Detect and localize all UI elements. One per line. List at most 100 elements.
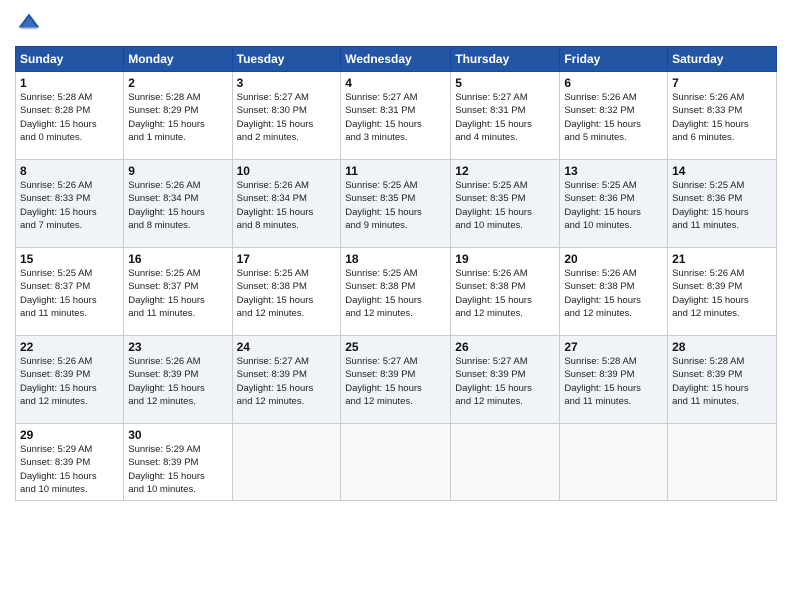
calendar-cell: [341, 424, 451, 501]
calendar-cell: 17Sunrise: 5:25 AMSunset: 8:38 PMDayligh…: [232, 248, 341, 336]
calendar-cell: 28Sunrise: 5:28 AMSunset: 8:39 PMDayligh…: [668, 336, 777, 424]
day-number: 1: [20, 76, 119, 90]
day-info: Sunrise: 5:26 AMSunset: 8:32 PMDaylight:…: [564, 91, 663, 144]
day-number: 27: [564, 340, 663, 354]
day-info: Sunrise: 5:26 AMSunset: 8:39 PMDaylight:…: [672, 267, 772, 320]
day-number: 9: [128, 164, 227, 178]
calendar-cell: 1Sunrise: 5:28 AMSunset: 8:28 PMDaylight…: [16, 72, 124, 160]
calendar-cell: 21Sunrise: 5:26 AMSunset: 8:39 PMDayligh…: [668, 248, 777, 336]
calendar-header-friday: Friday: [560, 47, 668, 72]
day-number: 11: [345, 164, 446, 178]
calendar-cell: 6Sunrise: 5:26 AMSunset: 8:32 PMDaylight…: [560, 72, 668, 160]
day-number: 21: [672, 252, 772, 266]
calendar-cell: 16Sunrise: 5:25 AMSunset: 8:37 PMDayligh…: [124, 248, 232, 336]
calendar-cell: 11Sunrise: 5:25 AMSunset: 8:35 PMDayligh…: [341, 160, 451, 248]
day-info: Sunrise: 5:26 AMSunset: 8:38 PMDaylight:…: [455, 267, 555, 320]
calendar-week-row: 1Sunrise: 5:28 AMSunset: 8:28 PMDaylight…: [16, 72, 777, 160]
day-info: Sunrise: 5:25 AMSunset: 8:36 PMDaylight:…: [564, 179, 663, 232]
calendar-cell: 27Sunrise: 5:28 AMSunset: 8:39 PMDayligh…: [560, 336, 668, 424]
calendar-header-monday: Monday: [124, 47, 232, 72]
calendar-header-wednesday: Wednesday: [341, 47, 451, 72]
day-number: 25: [345, 340, 446, 354]
day-info: Sunrise: 5:26 AMSunset: 8:33 PMDaylight:…: [20, 179, 119, 232]
day-info: Sunrise: 5:26 AMSunset: 8:34 PMDaylight:…: [128, 179, 227, 232]
calendar-week-row: 22Sunrise: 5:26 AMSunset: 8:39 PMDayligh…: [16, 336, 777, 424]
day-number: 3: [237, 76, 337, 90]
day-number: 20: [564, 252, 663, 266]
day-info: Sunrise: 5:28 AMSunset: 8:29 PMDaylight:…: [128, 91, 227, 144]
day-number: 4: [345, 76, 446, 90]
day-info: Sunrise: 5:26 AMSunset: 8:33 PMDaylight:…: [672, 91, 772, 144]
day-info: Sunrise: 5:25 AMSunset: 8:37 PMDaylight:…: [20, 267, 119, 320]
day-number: 19: [455, 252, 555, 266]
day-number: 15: [20, 252, 119, 266]
day-number: 24: [237, 340, 337, 354]
day-info: Sunrise: 5:27 AMSunset: 8:39 PMDaylight:…: [237, 355, 337, 408]
calendar-cell: 9Sunrise: 5:26 AMSunset: 8:34 PMDaylight…: [124, 160, 232, 248]
calendar-cell: 4Sunrise: 5:27 AMSunset: 8:31 PMDaylight…: [341, 72, 451, 160]
day-info: Sunrise: 5:25 AMSunset: 8:35 PMDaylight:…: [455, 179, 555, 232]
day-number: 6: [564, 76, 663, 90]
day-info: Sunrise: 5:28 AMSunset: 8:39 PMDaylight:…: [672, 355, 772, 408]
day-info: Sunrise: 5:25 AMSunset: 8:36 PMDaylight:…: [672, 179, 772, 232]
day-number: 17: [237, 252, 337, 266]
calendar-cell: 29Sunrise: 5:29 AMSunset: 8:39 PMDayligh…: [16, 424, 124, 501]
calendar-cell: 30Sunrise: 5:29 AMSunset: 8:39 PMDayligh…: [124, 424, 232, 501]
calendar-header-row: SundayMondayTuesdayWednesdayThursdayFrid…: [16, 47, 777, 72]
day-info: Sunrise: 5:25 AMSunset: 8:38 PMDaylight:…: [345, 267, 446, 320]
calendar-header-tuesday: Tuesday: [232, 47, 341, 72]
day-info: Sunrise: 5:25 AMSunset: 8:37 PMDaylight:…: [128, 267, 227, 320]
calendar-cell: 26Sunrise: 5:27 AMSunset: 8:39 PMDayligh…: [451, 336, 560, 424]
day-number: 23: [128, 340, 227, 354]
calendar-cell: 15Sunrise: 5:25 AMSunset: 8:37 PMDayligh…: [16, 248, 124, 336]
calendar-cell: 2Sunrise: 5:28 AMSunset: 8:29 PMDaylight…: [124, 72, 232, 160]
calendar-cell: 14Sunrise: 5:25 AMSunset: 8:36 PMDayligh…: [668, 160, 777, 248]
day-number: 12: [455, 164, 555, 178]
calendar-cell: 24Sunrise: 5:27 AMSunset: 8:39 PMDayligh…: [232, 336, 341, 424]
day-info: Sunrise: 5:25 AMSunset: 8:38 PMDaylight:…: [237, 267, 337, 320]
calendar-week-row: 15Sunrise: 5:25 AMSunset: 8:37 PMDayligh…: [16, 248, 777, 336]
calendar-cell: 3Sunrise: 5:27 AMSunset: 8:30 PMDaylight…: [232, 72, 341, 160]
day-info: Sunrise: 5:26 AMSunset: 8:39 PMDaylight:…: [20, 355, 119, 408]
calendar-table: SundayMondayTuesdayWednesdayThursdayFrid…: [15, 46, 777, 501]
day-number: 7: [672, 76, 772, 90]
day-number: 5: [455, 76, 555, 90]
calendar-cell: 25Sunrise: 5:27 AMSunset: 8:39 PMDayligh…: [341, 336, 451, 424]
day-number: 2: [128, 76, 227, 90]
calendar-week-row: 29Sunrise: 5:29 AMSunset: 8:39 PMDayligh…: [16, 424, 777, 501]
page-header: [15, 10, 777, 38]
calendar-week-row: 8Sunrise: 5:26 AMSunset: 8:33 PMDaylight…: [16, 160, 777, 248]
calendar-cell: 7Sunrise: 5:26 AMSunset: 8:33 PMDaylight…: [668, 72, 777, 160]
calendar-cell: 18Sunrise: 5:25 AMSunset: 8:38 PMDayligh…: [341, 248, 451, 336]
day-info: Sunrise: 5:28 AMSunset: 8:39 PMDaylight:…: [564, 355, 663, 408]
calendar-header-thursday: Thursday: [451, 47, 560, 72]
day-info: Sunrise: 5:29 AMSunset: 8:39 PMDaylight:…: [128, 443, 227, 496]
day-number: 13: [564, 164, 663, 178]
logo: [15, 10, 47, 38]
calendar-cell: 22Sunrise: 5:26 AMSunset: 8:39 PMDayligh…: [16, 336, 124, 424]
day-info: Sunrise: 5:29 AMSunset: 8:39 PMDaylight:…: [20, 443, 119, 496]
calendar-cell: 10Sunrise: 5:26 AMSunset: 8:34 PMDayligh…: [232, 160, 341, 248]
day-info: Sunrise: 5:27 AMSunset: 8:30 PMDaylight:…: [237, 91, 337, 144]
day-number: 14: [672, 164, 772, 178]
day-number: 10: [237, 164, 337, 178]
calendar-cell: 13Sunrise: 5:25 AMSunset: 8:36 PMDayligh…: [560, 160, 668, 248]
day-number: 30: [128, 428, 227, 442]
calendar-header-sunday: Sunday: [16, 47, 124, 72]
calendar-cell: [232, 424, 341, 501]
day-info: Sunrise: 5:26 AMSunset: 8:34 PMDaylight:…: [237, 179, 337, 232]
calendar-cell: 19Sunrise: 5:26 AMSunset: 8:38 PMDayligh…: [451, 248, 560, 336]
calendar-cell: 12Sunrise: 5:25 AMSunset: 8:35 PMDayligh…: [451, 160, 560, 248]
day-info: Sunrise: 5:27 AMSunset: 8:31 PMDaylight:…: [345, 91, 446, 144]
day-number: 8: [20, 164, 119, 178]
day-number: 28: [672, 340, 772, 354]
day-info: Sunrise: 5:27 AMSunset: 8:39 PMDaylight:…: [455, 355, 555, 408]
day-number: 16: [128, 252, 227, 266]
calendar-cell: 23Sunrise: 5:26 AMSunset: 8:39 PMDayligh…: [124, 336, 232, 424]
calendar-header-saturday: Saturday: [668, 47, 777, 72]
day-info: Sunrise: 5:25 AMSunset: 8:35 PMDaylight:…: [345, 179, 446, 232]
day-number: 18: [345, 252, 446, 266]
day-number: 29: [20, 428, 119, 442]
day-info: Sunrise: 5:26 AMSunset: 8:38 PMDaylight:…: [564, 267, 663, 320]
day-info: Sunrise: 5:27 AMSunset: 8:31 PMDaylight:…: [455, 91, 555, 144]
